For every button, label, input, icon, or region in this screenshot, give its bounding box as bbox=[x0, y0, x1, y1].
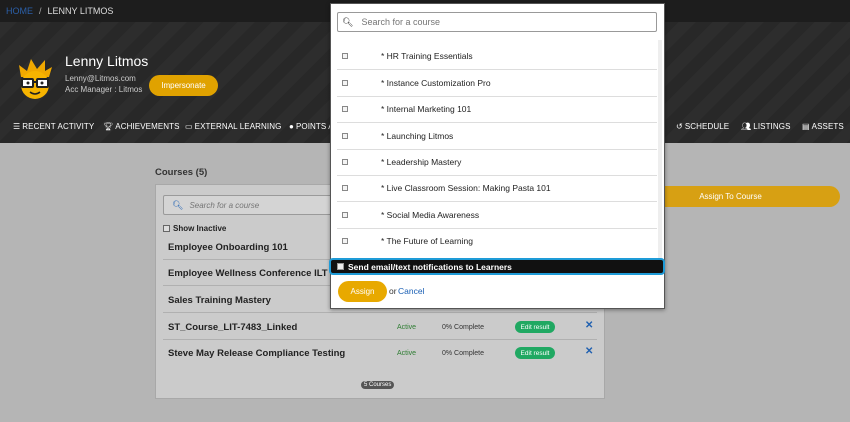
nav-external-learning[interactable]: ▭ EXTERNAL LEARNING bbox=[185, 120, 281, 132]
nav-schedule[interactable]: ↺ SCHEDULE bbox=[676, 120, 729, 132]
progress-text: 0% Complete bbox=[442, 350, 485, 357]
nav-listings[interactable]: 👥︎ LISTINGS bbox=[741, 120, 791, 132]
nav-achievements[interactable]: 🏆︎ ACHIEVEMENTS bbox=[103, 120, 180, 132]
list-item[interactable]: * Live Classroom Session: Making Pasta 1… bbox=[337, 175, 657, 202]
search-icon: 🔍︎ bbox=[342, 16, 354, 27]
course-checkbox[interactable] bbox=[342, 185, 348, 191]
user-role: Acc Manager : Litmos bbox=[65, 85, 143, 94]
user-email: Lenny@Litmos.com bbox=[65, 74, 136, 83]
list-item[interactable]: * Leadership Mastery bbox=[337, 149, 657, 176]
course-option-label: * Leadership Mastery bbox=[381, 157, 462, 167]
nav-assets[interactable]: ▤ ASSETS bbox=[802, 120, 844, 132]
list-icon: ☰ bbox=[13, 121, 21, 131]
modal-search-box[interactable]: 🔍︎ bbox=[337, 12, 657, 32]
remove-icon[interactable]: ✕ bbox=[585, 346, 593, 357]
course-option-label: * Internal Marketing 101 bbox=[381, 104, 472, 114]
send-notifications-checkbox[interactable] bbox=[337, 263, 344, 270]
list-item[interactable]: * Instance Customization Pro bbox=[337, 70, 657, 97]
document-icon: ▤ bbox=[802, 121, 810, 131]
cancel-link[interactable]: Cancel bbox=[398, 286, 424, 296]
assign-button[interactable]: Assign bbox=[338, 281, 387, 302]
or-text: or bbox=[389, 286, 397, 296]
table-row: Steve May Release Compliance Testing Act… bbox=[163, 340, 597, 366]
nav-recent-activity-label: RECENT ACTIVITY bbox=[22, 121, 95, 131]
trophy-icon: 🏆︎ bbox=[103, 121, 114, 131]
modal-scrollbar[interactable] bbox=[658, 40, 662, 260]
course-name[interactable]: Employee Onboarding 101 bbox=[168, 242, 288, 253]
courses-count-badge: 5 Courses bbox=[361, 381, 395, 389]
list-item[interactable]: * The Future of Learning bbox=[337, 228, 657, 255]
course-option-label: * Live Classroom Session: Making Pasta 1… bbox=[381, 183, 551, 193]
courses-title: Courses (5) bbox=[155, 167, 208, 178]
course-name[interactable]: ST_Course_LIT-7483_Linked bbox=[168, 322, 297, 333]
course-option-label: * Social Media Awareness bbox=[381, 210, 480, 220]
course-search-input[interactable] bbox=[189, 200, 330, 210]
course-option-label: * HR Training Essentials bbox=[381, 51, 473, 61]
send-notifications-option[interactable]: Send email/text notifications to Learner… bbox=[329, 258, 665, 275]
breadcrumb-current: LENNY LITMOS bbox=[47, 6, 114, 16]
course-checkbox[interactable] bbox=[342, 159, 348, 165]
course-option-label: * The Future of Learning bbox=[381, 236, 473, 246]
history-icon: ↺ bbox=[676, 121, 683, 131]
user-name: Lenny Litmos bbox=[65, 53, 149, 69]
nav-points-label: POINTS A bbox=[295, 121, 334, 131]
avatar bbox=[19, 59, 52, 99]
course-checkbox[interactable] bbox=[342, 133, 348, 139]
course-name[interactable]: Employee Wellness Conference ILT bbox=[168, 268, 328, 279]
remove-icon[interactable]: ✕ bbox=[585, 320, 593, 331]
progress-text: 0% Complete bbox=[442, 324, 485, 331]
course-option-label: * Instance Customization Pro bbox=[381, 78, 491, 88]
edit-result-button[interactable]: Edit result bbox=[515, 321, 555, 333]
nav-points[interactable]: ● POINTS A bbox=[289, 120, 334, 132]
users-icon: 👥︎ bbox=[741, 121, 752, 131]
course-checkbox[interactable] bbox=[342, 238, 348, 244]
list-item[interactable]: * HR Training Essentials bbox=[337, 43, 657, 70]
show-inactive-toggle[interactable]: Show Inactive bbox=[163, 224, 226, 233]
nav-achievements-label: ACHIEVEMENTS bbox=[115, 121, 180, 131]
course-checkbox[interactable] bbox=[342, 80, 348, 86]
table-row: ST_Course_LIT-7483_Linked Active 0% Comp… bbox=[163, 314, 597, 340]
show-inactive-label: Show Inactive bbox=[173, 224, 227, 233]
modal-search-input[interactable] bbox=[361, 17, 642, 27]
list-item[interactable]: * Internal Marketing 101 bbox=[337, 96, 657, 123]
status-text: Active bbox=[397, 324, 417, 331]
breadcrumb-separator: / bbox=[39, 6, 42, 16]
list-item[interactable]: * Social Media Awareness bbox=[337, 202, 657, 229]
course-search-box[interactable]: 🔍︎ bbox=[163, 195, 343, 215]
course-name[interactable]: Sales Training Mastery bbox=[168, 295, 271, 306]
impersonate-button[interactable]: Impersonate bbox=[149, 75, 218, 96]
show-inactive-checkbox[interactable] bbox=[163, 225, 170, 232]
breadcrumb-home-link[interactable]: HOME bbox=[6, 6, 33, 16]
edit-result-button[interactable]: Edit result bbox=[515, 347, 555, 359]
points-icon: ● bbox=[289, 121, 294, 131]
status-text: Active bbox=[397, 350, 417, 357]
nav-listings-label: LISTINGS bbox=[753, 121, 791, 131]
list-item[interactable]: * Launching Litmos bbox=[337, 123, 657, 150]
course-checkbox[interactable] bbox=[342, 106, 348, 112]
course-name[interactable]: Steve May Release Compliance Testing bbox=[168, 348, 345, 359]
nav-recent-activity[interactable]: ☰ RECENT ACTIVITY bbox=[13, 120, 94, 132]
nav-schedule-label: SCHEDULE bbox=[684, 121, 730, 131]
course-option-label: * Launching Litmos bbox=[381, 131, 454, 141]
nav-external-learning-label: EXTERNAL LEARNING bbox=[194, 121, 282, 131]
send-notifications-label: Send email/text notifications to Learner… bbox=[348, 261, 512, 272]
nav-assets-label: ASSETS bbox=[811, 121, 844, 131]
course-checkbox[interactable] bbox=[342, 53, 348, 59]
search-icon: 🔍︎ bbox=[172, 199, 184, 210]
laptop-icon: ▭ bbox=[185, 121, 193, 131]
course-checkbox[interactable] bbox=[342, 212, 348, 218]
